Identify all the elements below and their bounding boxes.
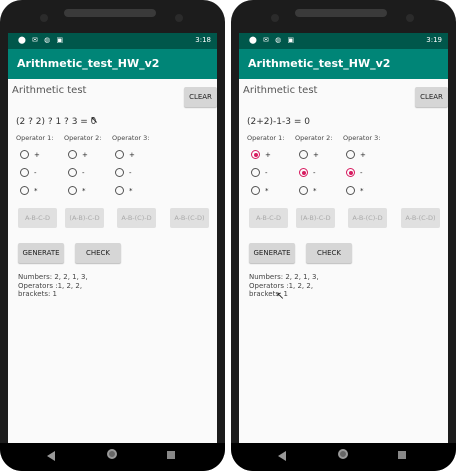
bracket-button-3[interactable]: A-B-(C)-D (348, 208, 387, 228)
mouse-cursor-icon: ↖ (90, 115, 99, 126)
sensor-icon (175, 14, 183, 22)
op1-radio-plus[interactable]: + (20, 150, 40, 159)
radio-icon[interactable] (68, 168, 77, 177)
op2-radio-times[interactable]: * (68, 186, 86, 195)
content: Arithmetic test CLEAR (2+2)-1-3 = 0 Oper… (239, 79, 448, 443)
operator-3-label: Operator 3: (343, 134, 381, 142)
op1-radio-minus[interactable]: - (251, 168, 268, 177)
radio-checked-icon[interactable] (251, 150, 260, 159)
generate-button[interactable]: GENERATE (18, 243, 64, 263)
operator-1-label: Operator 1: (247, 134, 285, 142)
mouse-cursor-icon: ↖ (276, 291, 285, 302)
info-text: Numbers: 2, 2, 1, 3, Operators :1, 2, 2,… (18, 273, 88, 299)
status-time: 3:19 (426, 36, 442, 44)
radio-icon[interactable] (68, 150, 77, 159)
radio-icon[interactable] (299, 150, 308, 159)
recents-icon[interactable] (398, 451, 406, 459)
home-icon[interactable] (338, 449, 348, 459)
app-title: Arithmetic_test_HW_v2 (248, 57, 391, 70)
phone-right: ⬤ ✉ ◍ ▣ 3:19 Arithmetic_test_HW_v2 Arith… (231, 0, 456, 471)
notification-icons: ⬤ ✉ ◍ ▣ (18, 36, 66, 44)
app-bar: Arithmetic_test_HW_v2 (239, 49, 448, 79)
radio-icon[interactable] (68, 186, 77, 195)
radio-checked-icon[interactable] (299, 168, 308, 177)
status-bar: ⬤ ✉ ◍ ▣ 3:18 (8, 33, 217, 49)
screen: ⬤ ✉ ◍ ▣ 3:18 Arithmetic_test_HW_v2 Arith… (8, 33, 217, 443)
op3-radio-plus[interactable]: + (346, 150, 366, 159)
radio-icon[interactable] (299, 186, 308, 195)
expression-text: (2+2)-1-3 = 0 (247, 117, 310, 127)
op3-radio-minus[interactable]: - (115, 168, 132, 177)
operators-line: Operators :1, 2, 2, (18, 281, 83, 290)
front-camera-icon (40, 14, 48, 22)
operator-1-label: Operator 1: (16, 134, 54, 142)
bracket-button-4[interactable]: A-B-(C-D) (401, 208, 440, 228)
clear-button[interactable]: CLEAR (184, 87, 217, 107)
op1-radio-times[interactable]: * (251, 186, 269, 195)
notification-icons: ⬤ ✉ ◍ ▣ (249, 36, 297, 44)
page-title: Arithmetic test (12, 85, 87, 96)
speaker-grille (295, 9, 387, 17)
nav-bar (0, 443, 225, 471)
back-icon[interactable] (278, 451, 286, 461)
bracket-button-4[interactable]: A-B-(C-D) (170, 208, 209, 228)
op1-radio-minus[interactable]: - (20, 168, 37, 177)
back-icon[interactable] (47, 451, 55, 461)
radio-icon[interactable] (346, 150, 355, 159)
radio-icon[interactable] (115, 186, 124, 195)
operator-3-label: Operator 3: (112, 134, 150, 142)
operator-2-label: Operator 2: (295, 134, 333, 142)
op2-radio-minus[interactable]: - (68, 168, 85, 177)
screen: ⬤ ✉ ◍ ▣ 3:19 Arithmetic_test_HW_v2 Arith… (239, 33, 448, 443)
nav-bar (231, 443, 456, 471)
op3-radio-times[interactable]: * (346, 186, 364, 195)
op1-radio-times[interactable]: * (20, 186, 38, 195)
check-button[interactable]: CHECK (75, 243, 121, 263)
operators-line: Operators :1, 2, 2, (249, 281, 314, 290)
app-bar: Arithmetic_test_HW_v2 (8, 49, 217, 79)
status-bar: ⬤ ✉ ◍ ▣ 3:19 (239, 33, 448, 49)
speaker-grille (64, 9, 156, 17)
radio-icon[interactable] (115, 150, 124, 159)
radio-icon[interactable] (251, 168, 260, 177)
radio-checked-icon[interactable] (346, 168, 355, 177)
op1-radio-plus[interactable]: + (251, 150, 271, 159)
radio-icon[interactable] (346, 186, 355, 195)
radio-icon[interactable] (115, 168, 124, 177)
recents-icon[interactable] (167, 451, 175, 459)
generate-button[interactable]: GENERATE (249, 243, 295, 263)
radio-icon[interactable] (20, 186, 29, 195)
sensor-icon (406, 14, 414, 22)
op3-radio-times[interactable]: * (115, 186, 133, 195)
content: Arithmetic test CLEAR (2 ? 2) ? 1 ? 3 = … (8, 79, 217, 443)
numbers-line: Numbers: 2, 2, 1, 3, (249, 273, 319, 281)
op2-radio-minus[interactable]: - (299, 168, 316, 177)
check-button[interactable]: CHECK (306, 243, 352, 263)
numbers-line: Numbers: 2, 2, 1, 3, (18, 273, 88, 281)
expression-text: (2 ? 2) ? 1 ? 3 = 0 (16, 117, 97, 127)
bracket-button-1[interactable]: A-B-C-D (18, 208, 57, 228)
bracket-button-3[interactable]: A-B-(C)-D (117, 208, 156, 228)
app-title: Arithmetic_test_HW_v2 (17, 57, 160, 70)
brackets-line: brackets: 1 (18, 290, 57, 299)
radio-icon[interactable] (251, 186, 260, 195)
op2-radio-times[interactable]: * (299, 186, 317, 195)
page-title: Arithmetic test (243, 85, 318, 96)
front-camera-icon (271, 14, 279, 22)
status-time: 3:18 (195, 36, 211, 44)
radio-icon[interactable] (20, 168, 29, 177)
op2-radio-plus[interactable]: + (68, 150, 88, 159)
home-icon[interactable] (107, 449, 117, 459)
op3-radio-plus[interactable]: + (115, 150, 135, 159)
phone-left: ⬤ ✉ ◍ ▣ 3:18 Arithmetic_test_HW_v2 Arith… (0, 0, 225, 471)
bracket-button-2[interactable]: (A-B)-C-D (65, 208, 104, 228)
bracket-button-2[interactable]: (A-B)-C-D (296, 208, 335, 228)
operator-2-label: Operator 2: (64, 134, 102, 142)
op2-radio-plus[interactable]: + (299, 150, 319, 159)
op3-radio-minus[interactable]: - (346, 168, 363, 177)
radio-icon[interactable] (20, 150, 29, 159)
bracket-button-1[interactable]: A-B-C-D (249, 208, 288, 228)
clear-button[interactable]: CLEAR (415, 87, 448, 107)
